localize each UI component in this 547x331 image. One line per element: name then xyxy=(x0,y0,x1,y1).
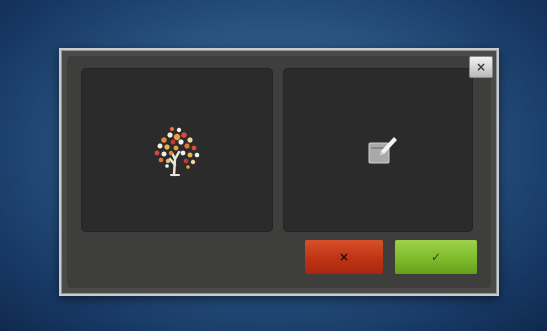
confirm-button[interactable]: ✓ xyxy=(395,240,477,274)
edit-box-pencil-icon xyxy=(368,137,397,164)
embroidery-tree-design-icon xyxy=(154,127,200,177)
checkmark-icon: ✓ xyxy=(430,250,442,264)
close-icon: × xyxy=(475,60,487,74)
design-preview-option[interactable] xyxy=(81,68,273,232)
close-button[interactable]: × xyxy=(469,56,493,78)
edit-design-option[interactable] xyxy=(283,68,473,232)
cancel-button[interactable]: × xyxy=(305,240,383,274)
dialog-window: × × ✓ xyxy=(59,48,499,296)
cancel-x-icon: × xyxy=(338,250,350,264)
